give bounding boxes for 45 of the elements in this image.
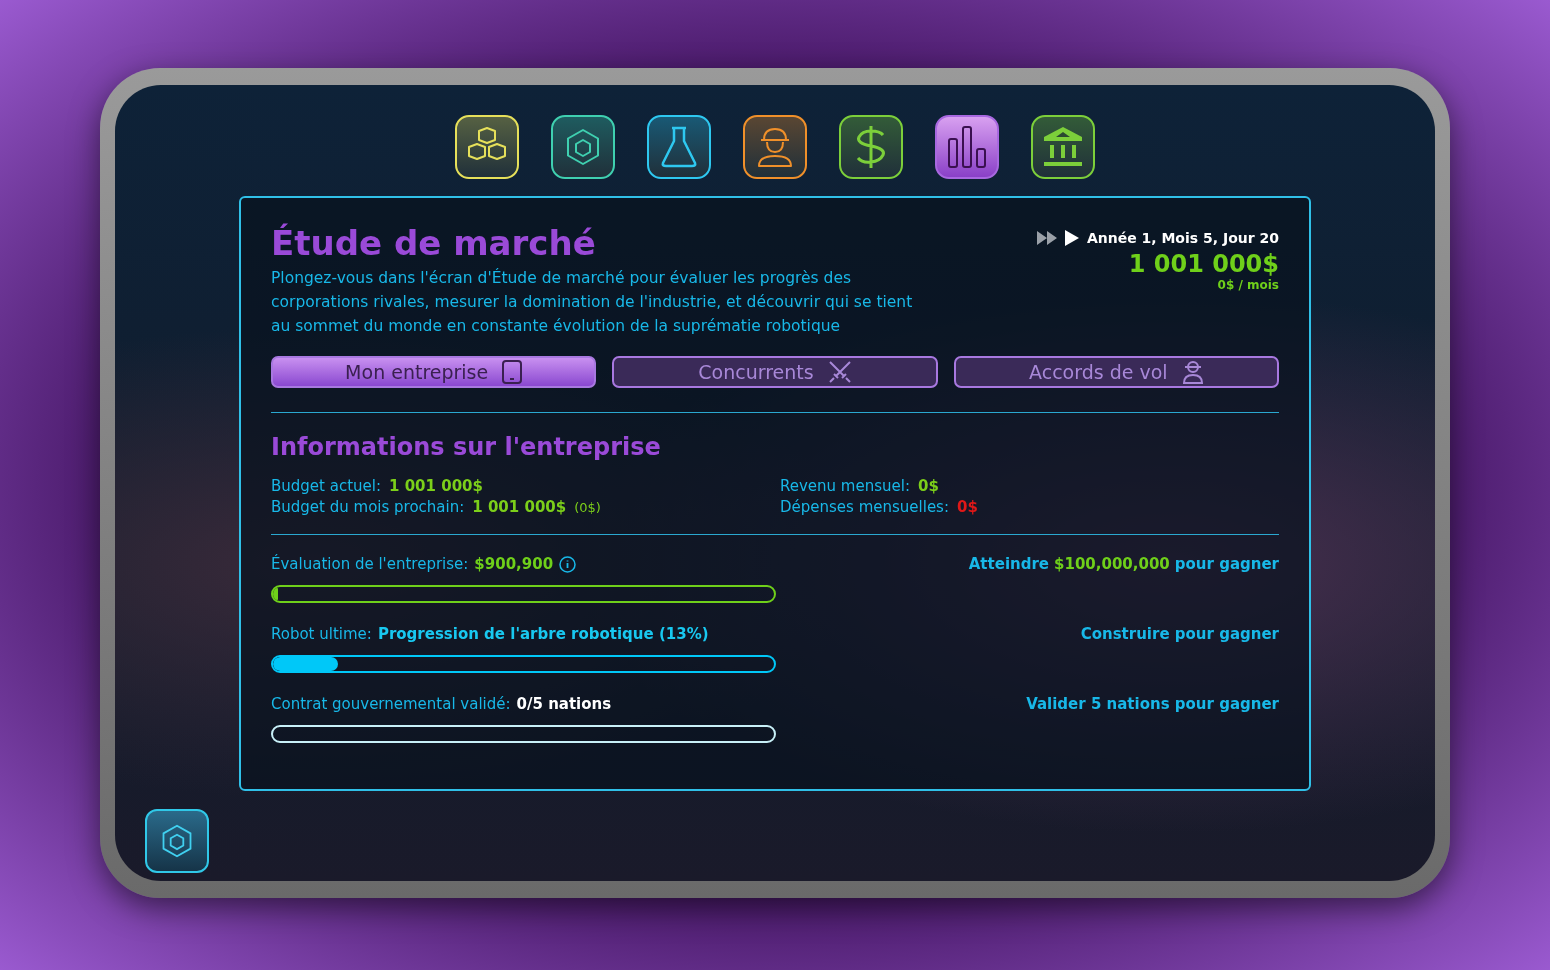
info-label: Revenu mensuel: <box>780 477 910 495</box>
info-value: 0$ <box>918 477 939 495</box>
info-value: 1 001 000$ <box>472 498 567 516</box>
goal-target: Valider 5 nations pour gagner <box>1026 695 1279 713</box>
tab[interactable]: Mon entreprise <box>271 356 597 388</box>
game-date: Année 1, Mois 5, Jour 20 <box>1086 230 1279 246</box>
tab[interactable]: Accords de vol <box>953 356 1279 388</box>
monthly-income: 0$ / mois <box>1217 278 1279 292</box>
goal-target: pour gagner <box>1174 555 1279 573</box>
crossed-swords-icon <box>827 360 852 384</box>
goal-target: Construire pour gagner <box>1080 625 1279 643</box>
goal-value: Progression de l'arbre robotique (13%) <box>377 625 709 643</box>
bar-chart-icon <box>945 125 989 169</box>
fast-forward-icon[interactable] <box>1036 231 1057 245</box>
section-title: Informations sur l'entreprise <box>271 433 662 461</box>
play-icon[interactable] <box>1064 230 1079 246</box>
pilot-icon <box>1181 360 1204 384</box>
nav-button[interactable] <box>1031 115 1095 179</box>
goal-target: Atteindre <box>968 555 1050 573</box>
bank-icon <box>1041 125 1085 169</box>
info-extra: (0$) <box>574 500 601 515</box>
goal-label: Contrat gouvernemental validé: <box>271 695 511 713</box>
info-label: Dépenses mensuelles: <box>780 498 949 516</box>
goal-value: $900,900 <box>474 555 554 573</box>
nav-button[interactable] <box>647 115 711 179</box>
nav-button[interactable] <box>839 115 903 179</box>
goal-label: Robot ultime: <box>271 625 372 643</box>
hexagon-button[interactable] <box>145 809 209 873</box>
nav-button[interactable] <box>551 115 615 179</box>
info-label: Budget du mois prochain: <box>271 498 465 516</box>
nav-button[interactable] <box>935 115 999 179</box>
tab[interactable]: Concurrents <box>612 356 938 388</box>
tablet-icon <box>502 360 523 384</box>
description: Plongez-vous dans l'écran d'Étude de marché pour évaluer les progrès des corporations rivales, mesurer la domination de l'industrie, et découvrir qui se tient au sommet du monde en constante évolution de la suprématie robotique <box>271 267 914 337</box>
goal-label: Évaluation de l'entreprise: <box>271 555 469 573</box>
info-value: 0$ <box>957 498 978 516</box>
info-label: Budget actuel: <box>271 477 381 495</box>
info-value: 1 001 000$ <box>389 477 483 495</box>
budget-amount: 1 001 000$ <box>1128 250 1279 278</box>
goal-target: $100,000,000 <box>1054 555 1170 573</box>
flask-icon <box>659 125 699 169</box>
page-title: Étude de marché <box>271 224 597 262</box>
goal-value: 0/5 nations <box>516 695 612 713</box>
nav-button[interactable] <box>743 115 807 179</box>
info-icon[interactable] <box>559 555 577 573</box>
